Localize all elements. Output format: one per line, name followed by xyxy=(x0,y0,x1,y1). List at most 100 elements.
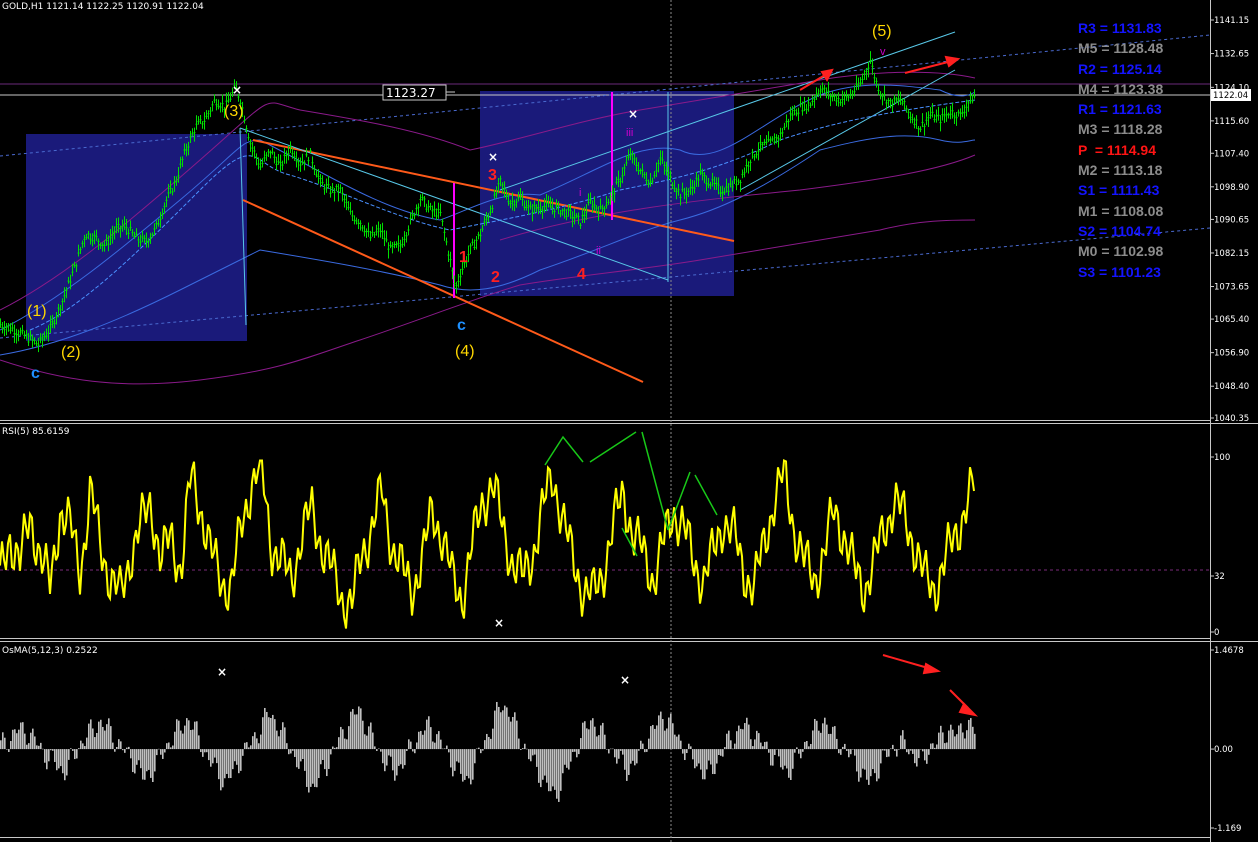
osma-bar xyxy=(388,749,390,756)
osma-bar xyxy=(764,741,766,750)
osma-bar xyxy=(78,748,80,750)
osma-bar xyxy=(262,717,264,750)
osma-bar xyxy=(116,746,118,750)
osma-bar xyxy=(832,726,834,750)
osma-bar xyxy=(328,749,330,769)
osma-bar xyxy=(362,720,364,750)
osma-bar xyxy=(588,729,590,750)
osma-bar xyxy=(240,749,242,771)
osma-bar xyxy=(502,710,504,750)
osma-bar xyxy=(22,722,24,750)
price-tick-label: 1141.15 xyxy=(1214,16,1249,26)
osma-bar xyxy=(738,725,740,750)
osma-bar xyxy=(188,720,190,750)
osma-bar xyxy=(20,722,22,750)
osma-bar xyxy=(820,732,822,750)
osma-bar xyxy=(552,749,554,787)
osma-bar xyxy=(666,728,668,750)
osma-bar xyxy=(954,736,956,750)
osma-bar xyxy=(744,723,746,750)
osma-bar xyxy=(322,749,324,760)
wave-label-minor-4: 4 xyxy=(577,266,586,283)
osma-bar xyxy=(32,728,34,750)
osma-bar xyxy=(566,749,568,768)
osma-bar xyxy=(120,741,122,750)
osma-bar xyxy=(134,749,136,774)
osma-bar xyxy=(550,749,552,792)
osma-bar xyxy=(374,746,376,750)
osma-bar xyxy=(74,749,76,760)
osma-bar xyxy=(94,737,96,750)
osma-bar xyxy=(816,720,818,750)
osma-bar xyxy=(704,749,706,780)
osma-bar xyxy=(620,749,622,751)
price-axis: 1141.151132.651124.101115.601107.401098.… xyxy=(1210,16,1249,424)
osma-bar xyxy=(136,749,138,765)
osma-bar xyxy=(186,718,188,750)
osma-bar xyxy=(742,729,744,750)
osma-bar xyxy=(548,749,550,792)
osma-bar xyxy=(658,715,660,750)
osma-bar xyxy=(610,748,612,750)
osma-bar xyxy=(444,748,446,750)
osma-bar xyxy=(836,738,838,750)
osma-bar xyxy=(220,749,222,791)
osma-bar xyxy=(906,749,908,753)
osma-bar xyxy=(822,723,824,750)
osma-bar xyxy=(896,749,898,757)
osma-bar xyxy=(692,749,694,760)
osma-bar xyxy=(238,749,240,774)
osma-bar xyxy=(568,749,570,770)
osma-bar xyxy=(410,741,412,750)
osma-bar xyxy=(302,749,304,759)
osma-bar xyxy=(614,749,616,758)
osma-bar xyxy=(862,749,864,769)
osma-bar xyxy=(294,749,296,757)
osma-bar xyxy=(760,742,762,750)
osma-bar xyxy=(456,749,458,762)
osma-bar xyxy=(574,749,576,752)
price-tick-label: 1115.60 xyxy=(1214,117,1249,127)
osma-bar xyxy=(2,732,4,750)
wave-label-primary-4: (4) xyxy=(455,343,475,360)
osma-bar xyxy=(786,749,788,769)
osma-bar xyxy=(202,749,204,757)
osma-bar xyxy=(148,749,150,770)
osma-bar xyxy=(216,749,218,764)
osma-bar xyxy=(966,730,968,750)
osma-bar xyxy=(404,749,406,766)
osma-bar xyxy=(160,749,162,755)
osma-bar xyxy=(64,749,66,781)
osma-bar xyxy=(480,749,482,754)
osma-bar xyxy=(654,728,656,750)
price-tick-label: 1090.65 xyxy=(1214,215,1249,225)
osma-panel[interactable]: × × OsMA(5,12,3) 0.2522 1.4678 0.00 -1.169 xyxy=(0,646,1244,834)
osma-bar xyxy=(142,749,144,780)
wave-label-sub-iii: iii xyxy=(626,127,633,139)
osma-bar xyxy=(520,749,522,751)
osma-bar xyxy=(296,749,298,768)
osma-bar xyxy=(730,740,732,750)
osma-bar xyxy=(890,748,892,750)
osma-bar xyxy=(232,749,234,770)
osma-bar xyxy=(846,749,848,751)
osma-bar xyxy=(46,749,48,770)
osma-bar xyxy=(884,749,886,751)
price-tick-label: 1082.15 xyxy=(1214,249,1249,259)
osma-bar xyxy=(776,749,778,750)
osma-bar xyxy=(140,749,142,769)
osma-bar xyxy=(234,749,236,762)
osma-bar xyxy=(542,749,544,780)
osma-bar xyxy=(722,749,724,757)
rsi-panel[interactable]: × RSI(5) 85.6159 100 32 0 xyxy=(0,427,1230,638)
pivot-level: M1 = 1108.08 xyxy=(1078,202,1164,219)
osma-bar xyxy=(56,749,58,771)
osma-bar xyxy=(354,714,356,750)
pivot-level: S3 = 1101.23 xyxy=(1078,263,1161,280)
osma-bar xyxy=(308,749,310,793)
osma-bar xyxy=(778,749,780,757)
osma-bar xyxy=(260,734,262,750)
osma-bar xyxy=(498,706,500,750)
wave-label-corrective-c-mid: c xyxy=(457,317,466,334)
osma-bar xyxy=(684,749,686,761)
